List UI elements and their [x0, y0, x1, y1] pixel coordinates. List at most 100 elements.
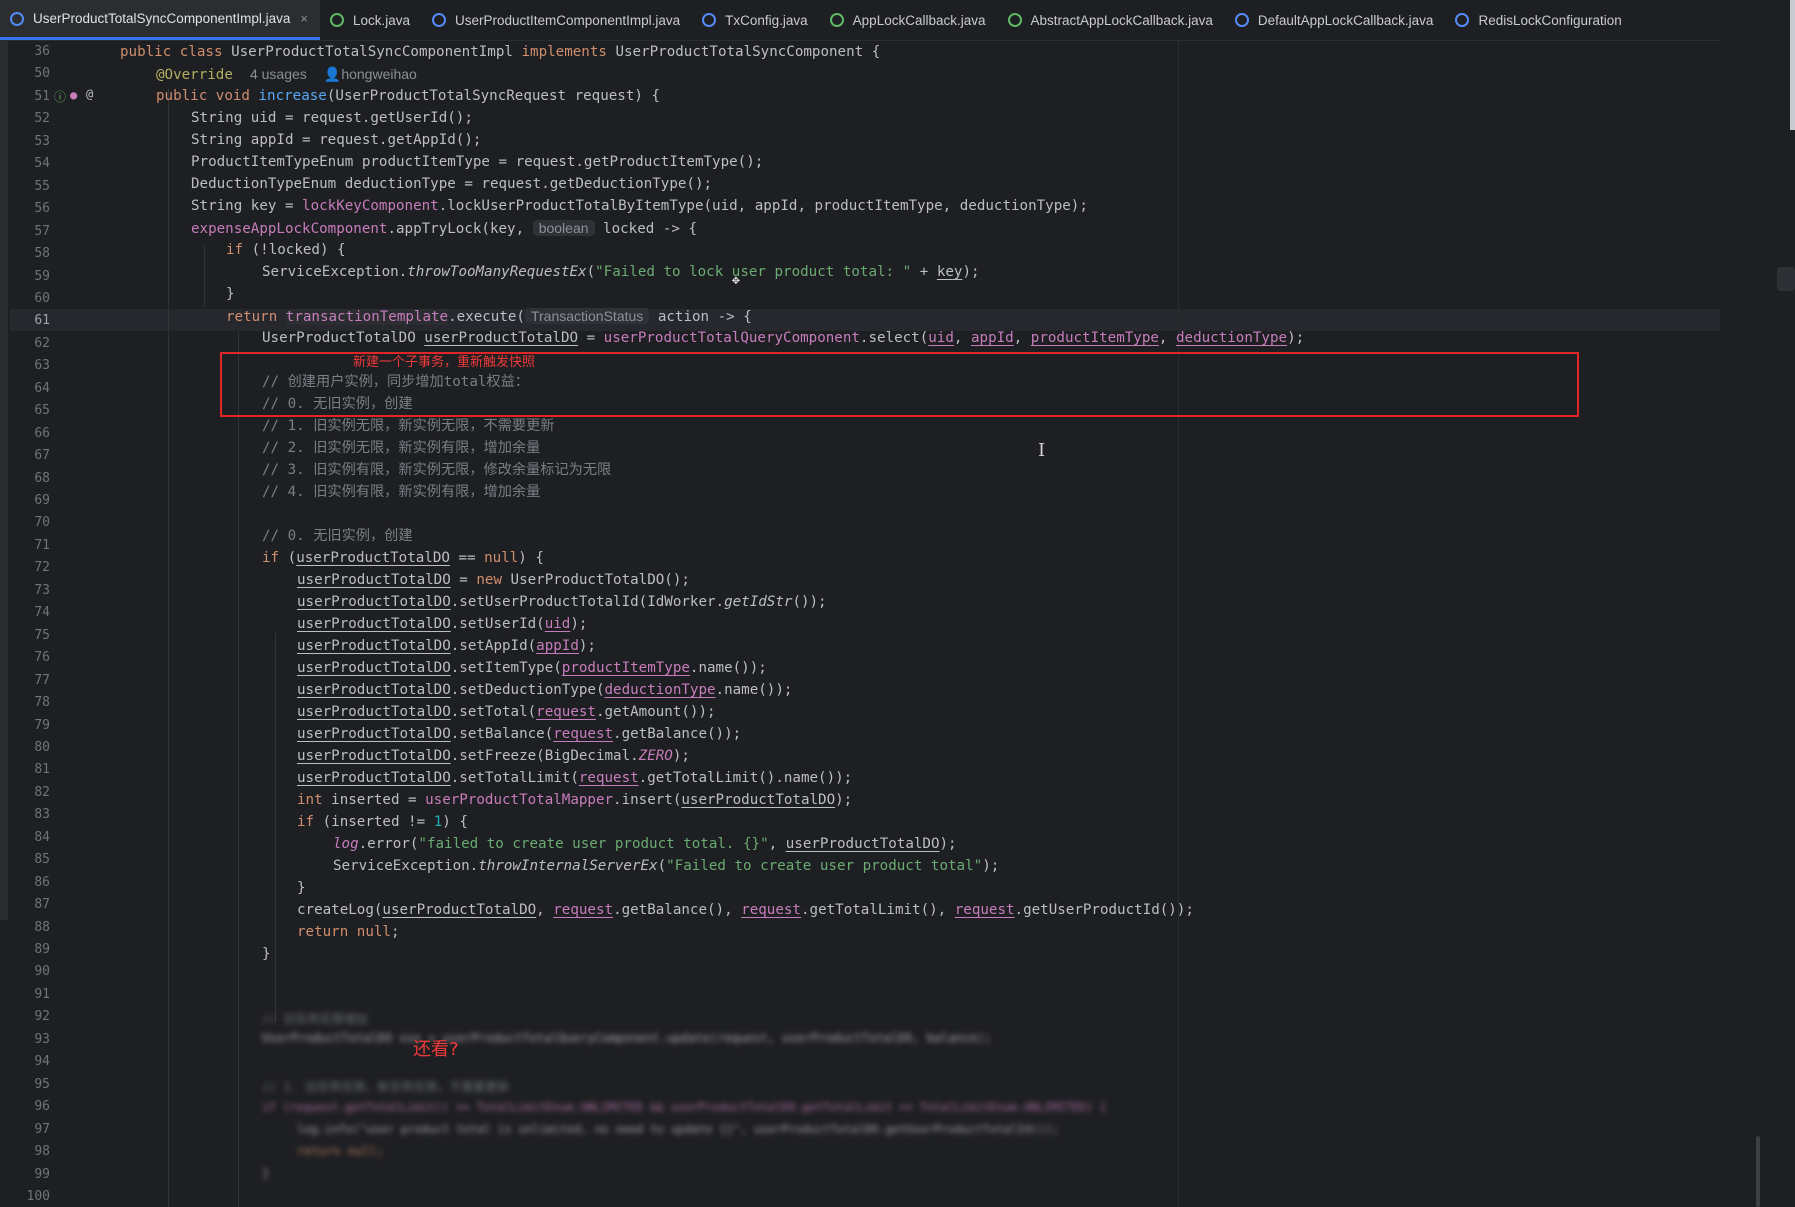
author-hint[interactable]: hongweihao: [341, 66, 417, 82]
editor-tab[interactable]: UserProductTotalSyncComponentImpl.java ×: [0, 0, 320, 40]
code-editor[interactable]: 36 50 51 52 53 54 55 56 57 58 59 60 61 62 63 64 65 66 67 68…: [10, 41, 1720, 1207]
line-number[interactable]: 56: [10, 201, 50, 216]
line-number[interactable]: 87: [10, 897, 50, 912]
scrollbar-thumb[interactable]: [1777, 267, 1795, 291]
line-number[interactable]: 98: [10, 1144, 50, 1159]
line-number[interactable]: 58: [10, 246, 50, 261]
move-cursor-icon: ✥: [732, 273, 740, 288]
line-number[interactable]: 69: [10, 493, 50, 508]
line-number[interactable]: 93: [10, 1032, 50, 1047]
scrollbar-track[interactable]: [1756, 1136, 1760, 1207]
code-line-50: @Override 4 usages 👤hongweihao: [156, 66, 417, 83]
line-number[interactable]: 99: [10, 1167, 50, 1182]
line-number[interactable]: 92: [10, 1009, 50, 1024]
line-number[interactable]: 100: [10, 1189, 50, 1204]
line-number[interactable]: 54: [10, 156, 50, 171]
line-number[interactable]: 71: [10, 538, 50, 553]
code-line-84: if (inserted != 1) {: [297, 814, 468, 830]
line-number[interactable]: 64: [10, 381, 50, 396]
line-number[interactable]: 95: [10, 1077, 50, 1092]
line-number[interactable]: 97: [10, 1122, 50, 1137]
param-hint-transaction-status: TransactionStatus: [524, 308, 650, 324]
code-line-81: userProductTotalDO.setFreeze(BigDecimal.…: [297, 748, 690, 764]
line-number[interactable]: 53: [10, 134, 50, 149]
line-number[interactable]: 52: [10, 111, 50, 126]
code-line-72: if (userProductTotalDO == null) {: [262, 550, 544, 566]
code-line-69: // 4. 旧实例有限，新实例有限，增加余量: [262, 484, 541, 500]
indent-guide: [204, 245, 205, 307]
close-tab-icon[interactable]: ×: [300, 11, 308, 26]
editor-tab[interactable]: AbstractAppLockCallback.java: [998, 0, 1225, 40]
editor-tab[interactable]: AppLockCallback.java: [820, 0, 998, 40]
bean-icon[interactable]: ●: [70, 88, 77, 102]
line-number[interactable]: 50: [10, 66, 50, 81]
code-line-88: createLog(userProductTotalDO, request.ge…: [297, 902, 1194, 918]
code-line-52: String uid = request.getUserId();: [191, 110, 473, 126]
line-number[interactable]: 88: [10, 920, 50, 935]
right-side-panel: [1720, 0, 1795, 1207]
line-number[interactable]: 76: [10, 650, 50, 665]
code-line-86: ServiceException.throwInternalServerEx("…: [333, 858, 1000, 874]
line-number[interactable]: 70: [10, 515, 50, 530]
line-number[interactable]: 86: [10, 875, 50, 890]
line-number[interactable]: 72: [10, 560, 50, 575]
line-number[interactable]: 60: [10, 291, 50, 306]
line-number[interactable]: 55: [10, 179, 50, 194]
editor-tab[interactable]: DefaultAppLockCallback.java: [1225, 0, 1446, 40]
line-number[interactable]: 67: [10, 448, 50, 463]
interface-icon: [1007, 13, 1022, 27]
line-number[interactable]: 91: [10, 987, 50, 1002]
code-line-57: expenseAppLockComponent.appTryLock(key, …: [191, 220, 698, 237]
code-line-85: log.error("failed to create user product…: [333, 836, 957, 852]
line-number[interactable]: 78: [10, 695, 50, 710]
line-number[interactable]: 94: [10, 1054, 50, 1069]
line-number[interactable]: 59: [10, 269, 50, 284]
tab-label: UserProductItemComponentImpl.java: [455, 12, 681, 28]
line-number[interactable]: 89: [10, 942, 50, 957]
line-number[interactable]: 36: [10, 44, 50, 59]
editor-tab[interactable]: TxConfig.java: [692, 0, 820, 40]
line-number[interactable]: 81: [10, 762, 50, 777]
tab-label: AppLockCallback.java: [852, 12, 986, 28]
window-edge: [1790, 0, 1795, 130]
line-number[interactable]: 90: [10, 964, 50, 979]
class-icon: [432, 13, 447, 27]
line-number[interactable]: 68: [10, 471, 50, 486]
editor-tab[interactable]: UserProductItemComponentImpl.java: [422, 0, 692, 40]
line-number[interactable]: 65: [10, 403, 50, 418]
class-icon: [1455, 13, 1470, 27]
line-number[interactable]: 75: [10, 628, 50, 643]
implements-icon[interactable]: ⓘ: [54, 88, 66, 105]
line-number[interactable]: 96: [10, 1099, 50, 1114]
line-number[interactable]: 84: [10, 830, 50, 845]
blurred-code-line-96: if (request.getTotalLimit() == TotalLimi…: [262, 1100, 1107, 1114]
line-number[interactable]: 66: [10, 426, 50, 441]
box-note: 新建一个子事务，重新触发快照: [353, 355, 536, 370]
line-number[interactable]: 79: [10, 718, 50, 733]
param-hint-boolean: boolean: [532, 220, 595, 236]
line-number[interactable]: 83: [10, 807, 50, 822]
line-number[interactable]: 61: [10, 313, 50, 328]
code-area[interactable]: public class UserProductTotalSyncCompone…: [120, 41, 1720, 1207]
line-number[interactable]: 51: [10, 89, 50, 104]
line-number[interactable]: 57: [10, 224, 50, 239]
editor-tab[interactable]: Lock.java: [320, 0, 422, 40]
editor-tab[interactable]: RedisLockConfiguration: [1445, 0, 1633, 40]
code-line-71: // 0. 无旧实例，创建: [262, 528, 413, 544]
line-number[interactable]: 73: [10, 583, 50, 598]
annotation-at-icon[interactable]: @: [86, 87, 93, 101]
usages-hint[interactable]: 4 usages: [250, 66, 307, 82]
line-number[interactable]: 85: [10, 852, 50, 867]
left-panel-edge: [0, 0, 8, 920]
line-number[interactable]: 82: [10, 785, 50, 800]
line-number[interactable]: 80: [10, 740, 50, 755]
blurred-code-line-97: log.info("user product total is unlimite…: [297, 1122, 1059, 1136]
code-line-78: userProductTotalDO.setDeductionType(dedu…: [297, 682, 793, 698]
code-line-90: }: [262, 946, 271, 962]
line-number[interactable]: 63: [10, 358, 50, 373]
line-number[interactable]: 77: [10, 673, 50, 688]
interface-icon: [829, 13, 844, 27]
line-number[interactable]: 62: [10, 336, 50, 351]
tab-label: RedisLockConfiguration: [1478, 12, 1622, 28]
line-number[interactable]: 74: [10, 605, 50, 620]
